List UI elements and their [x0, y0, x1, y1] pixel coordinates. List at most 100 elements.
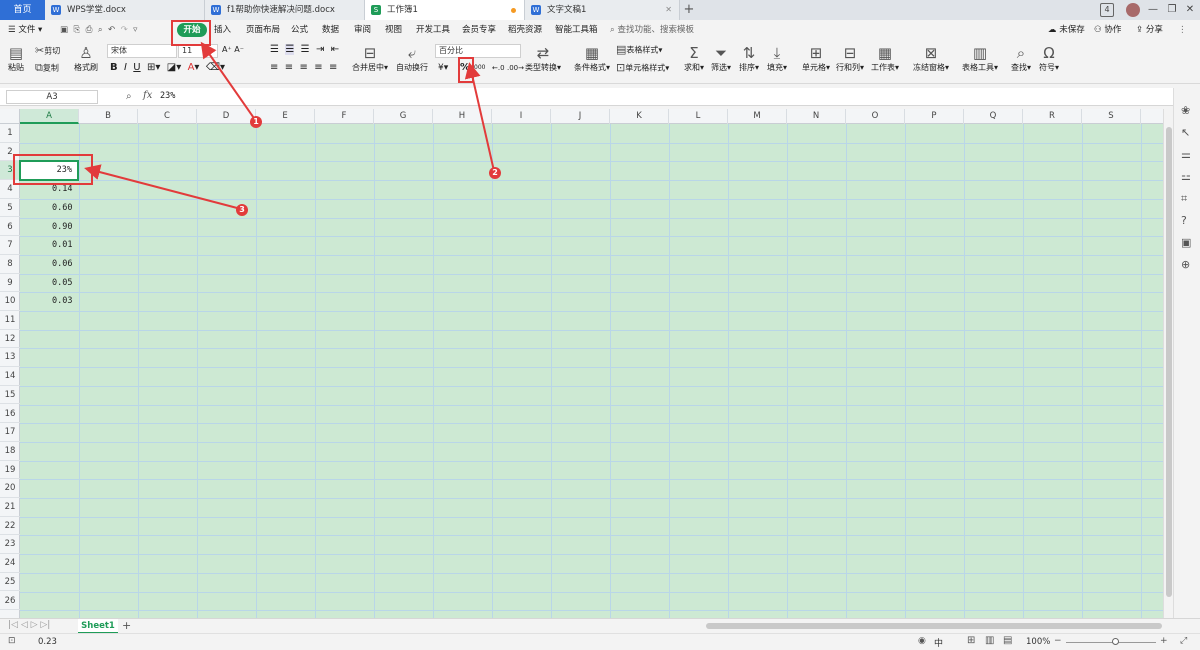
select-all-corner[interactable]	[0, 109, 20, 124]
column-header-c[interactable]: C	[138, 109, 197, 124]
column-header-i[interactable]: I	[492, 109, 551, 124]
ime-indicator[interactable]: 中	[934, 636, 943, 649]
ai-icon[interactable]: ❀	[1181, 104, 1190, 117]
cut-button[interactable]: ✂剪切	[35, 45, 60, 58]
tab-data[interactable]: 数据	[322, 23, 339, 38]
adjust-icon[interactable]: ⚌	[1181, 148, 1191, 161]
page-layout-view-icon[interactable]: ▤	[1003, 635, 1012, 646]
add-tab-button[interactable]: +	[682, 0, 696, 20]
redo-icon[interactable]: ↷	[121, 25, 128, 35]
horizontal-scrollbar[interactable]	[706, 623, 1162, 629]
unsaved-button[interactable]: ☁ 未保存	[1048, 23, 1085, 38]
row-header-13[interactable]: 13	[0, 348, 20, 368]
status-icon[interactable]: ⊡	[8, 636, 16, 646]
row-header-23[interactable]: 23	[0, 535, 20, 555]
number-format-select[interactable]: 百分比	[435, 44, 521, 58]
home-tab[interactable]: 首页	[0, 0, 45, 20]
image-icon[interactable]: ▣	[1181, 236, 1191, 249]
help-icon[interactable]: ?	[1181, 214, 1187, 227]
column-header-r[interactable]: R	[1023, 109, 1082, 124]
tab-count-badge[interactable]: 4	[1100, 3, 1114, 17]
sheet-nav-icons[interactable]: |◁ ◁ ▷ ▷|	[8, 620, 50, 630]
row-col-button[interactable]: ⊟ 行和列▾	[836, 44, 864, 73]
row-header-9[interactable]: 9	[0, 274, 20, 293]
row-header-18[interactable]: 18	[0, 442, 20, 461]
spreadsheet-grid[interactable]: ABCDEFGHIJKLMNOPQRS 1 2 3 4 5 6 7 8 9 10 11 12 13 14 1…	[0, 109, 1163, 618]
cell-a8[interactable]: 0.06	[20, 255, 78, 273]
tab-page-layout[interactable]: 页面布局	[246, 23, 280, 38]
add-sheet-button[interactable]: +	[122, 619, 131, 633]
align-top-icon[interactable]: ☰	[270, 44, 279, 55]
fill-color-icon[interactable]: ◪▾	[167, 62, 181, 73]
undo-icon[interactable]: ↶	[108, 25, 115, 35]
cell-a3[interactable]: 23%	[20, 161, 78, 179]
row-header-20[interactable]: 20	[0, 479, 20, 498]
cell-a6[interactable]: 0.90	[20, 218, 78, 236]
eye-protect-icon[interactable]: ◉	[918, 636, 926, 646]
increase-decimal-icon[interactable]: ←.0	[492, 62, 505, 74]
fill-button[interactable]: ⤓ 填充▾	[766, 44, 788, 73]
save-icon[interactable]: ▣	[60, 25, 68, 35]
row-header-5[interactable]: 5	[0, 199, 20, 218]
page-break-view-icon[interactable]: ▥	[985, 635, 994, 646]
export-icon[interactable]: ⎘	[73, 25, 80, 35]
zoom-level[interactable]: 100%	[1026, 637, 1050, 647]
merge-center-button[interactable]: ⊟ 合并居中▾	[352, 44, 388, 73]
row-header-16[interactable]: 16	[0, 405, 20, 424]
select-pointer-icon[interactable]: ↖	[1181, 126, 1190, 139]
tab-f1-help[interactable]: W f1帮助你快速解决问题.docx	[205, 0, 365, 20]
tab-text-doc1[interactable]: W 文字文稿1 ✕	[525, 0, 680, 20]
more-menu-icon[interactable]: ⋮	[1178, 23, 1187, 38]
zoom-in-icon[interactable]: +	[1160, 636, 1168, 646]
tab-member[interactable]: 会员专享	[462, 23, 496, 38]
row-header-12[interactable]: 12	[0, 330, 20, 349]
row-header-26[interactable]: 26	[0, 592, 20, 611]
grow-font-icon[interactable]: A⁺ A⁻	[222, 44, 244, 56]
align-left-icon[interactable]: ≡	[270, 62, 278, 73]
cell-a5[interactable]: 0.60	[20, 199, 78, 217]
column-header-j[interactable]: J	[551, 109, 610, 124]
row-header-10[interactable]: 10	[0, 292, 20, 311]
sliders-icon[interactable]: ⚍	[1181, 170, 1191, 183]
search-box[interactable]: ⌕ 查找功能、搜索模板	[610, 23, 694, 38]
symbol-button[interactable]: Ω 符号▾	[1038, 44, 1060, 73]
wrap-text-button[interactable]: ⤶ 自动换行	[395, 44, 429, 73]
zoom-slider-handle[interactable]	[1112, 638, 1119, 645]
column-header-g[interactable]: G	[374, 109, 433, 124]
row-header-1[interactable]: 1	[0, 124, 20, 143]
row-header-8[interactable]: 8	[0, 255, 20, 274]
column-header-m[interactable]: M	[728, 109, 787, 124]
column-header-n[interactable]: N	[787, 109, 846, 124]
row-header-7[interactable]: 7	[0, 236, 20, 255]
row-header-14[interactable]: 14	[0, 367, 20, 386]
tab-docer-resources[interactable]: 稻壳资源	[508, 23, 542, 38]
row-header-21[interactable]: 21	[0, 498, 20, 517]
tab-insert[interactable]: 插入	[214, 23, 231, 38]
border-icon[interactable]: ⊞▾	[147, 62, 160, 73]
vertical-scrollbar[interactable]	[1163, 109, 1173, 618]
column-header-b[interactable]: B	[79, 109, 138, 124]
row-header-22[interactable]: 22	[0, 517, 20, 536]
align-right-icon[interactable]: ≡	[300, 62, 308, 73]
bold-icon[interactable]: B	[110, 62, 118, 73]
align-middle-icon[interactable]: ☰	[285, 44, 295, 55]
zoom-slider[interactable]	[1066, 642, 1156, 643]
column-header-d[interactable]: D	[197, 109, 256, 124]
minimize-icon[interactable]: —	[1147, 3, 1159, 17]
row-header-11[interactable]: 11	[0, 311, 20, 330]
name-box[interactable]: A3	[6, 90, 98, 104]
cell-a7[interactable]: 0.01	[20, 236, 78, 254]
column-header-q[interactable]: Q	[964, 109, 1023, 124]
print-preview-icon[interactable]: ⌕	[98, 25, 103, 35]
font-size-select[interactable]: 11	[178, 44, 218, 58]
column-header-p[interactable]: P	[905, 109, 964, 124]
close-window-icon[interactable]: ✕	[1184, 3, 1196, 17]
location-icon[interactable]: ⊕	[1181, 258, 1190, 271]
align-bottom-icon[interactable]: ☰	[301, 44, 310, 55]
collab-button[interactable]: ⚇ 协作	[1094, 23, 1121, 38]
column-header-a[interactable]: A	[20, 109, 79, 124]
row-header-24[interactable]: 24	[0, 554, 20, 573]
zoom-formula-icon[interactable]: ⌕	[126, 91, 132, 102]
row-header-19[interactable]: 19	[0, 461, 20, 480]
print-icon[interactable]: ⎙	[86, 25, 93, 35]
